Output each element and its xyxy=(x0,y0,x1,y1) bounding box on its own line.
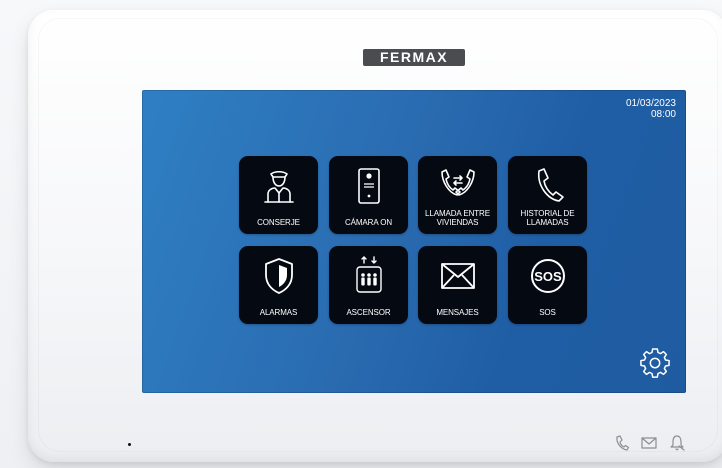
tile-sos[interactable]: SOS SOS xyxy=(508,246,587,324)
brand-label: FERMAX xyxy=(363,49,465,66)
phone-icon[interactable] xyxy=(612,434,630,452)
camera-panel-icon xyxy=(347,164,391,208)
tile-label: LLAMADA ENTRE VIVIENDAS xyxy=(425,209,490,227)
envelope-icon xyxy=(436,254,480,298)
shield-icon xyxy=(257,254,301,298)
status-led xyxy=(128,443,131,446)
intercom-device: FERMAX 01/03/2023 08:00 CONSERJE CÁMARA … xyxy=(28,10,722,462)
tile-label: ALARMAS xyxy=(259,308,298,317)
tile-label: ASCENSOR xyxy=(346,308,391,317)
date-display: 01/03/2023 xyxy=(625,98,676,109)
bell-muted-icon[interactable] xyxy=(668,434,686,452)
tile-camara-on[interactable]: CÁMARA ON xyxy=(329,156,408,234)
call-history-icon xyxy=(526,164,570,208)
concierge-icon xyxy=(257,164,301,208)
settings-button[interactable] xyxy=(640,348,670,378)
tile-label: SOS xyxy=(539,308,556,317)
mail-icon[interactable] xyxy=(640,434,658,452)
tile-label: CÁMARA ON xyxy=(344,218,393,227)
time-display: 08:00 xyxy=(650,109,676,120)
tile-label: MENSAJES xyxy=(436,308,479,317)
tile-llamada-entre-viviendas[interactable]: LLAMADA ENTRE VIVIENDAS xyxy=(418,156,497,234)
date-time-display: 01/03/2023 08:00 xyxy=(626,98,676,120)
elevator-icon xyxy=(347,254,391,298)
intercom-call-icon xyxy=(436,164,480,208)
tile-alarmas[interactable]: ALARMAS xyxy=(239,246,318,324)
tile-conserje[interactable]: CONSERJE xyxy=(239,156,318,234)
tile-historial-de-llamadas[interactable]: HISTORIAL DE LLAMADAS xyxy=(508,156,587,234)
sos-icon: SOS xyxy=(526,254,570,298)
front-panel-icons xyxy=(612,434,698,456)
tile-mensajes[interactable]: MENSAJES xyxy=(418,246,497,324)
touch-screen: 01/03/2023 08:00 CONSERJE CÁMARA ON LLAM… xyxy=(142,90,686,393)
svg-text:SOS: SOS xyxy=(534,269,562,284)
tile-ascensor[interactable]: ASCENSOR xyxy=(329,246,408,324)
tile-label: CONSERJE xyxy=(257,218,300,227)
tile-label: HISTORIAL DE LLAMADAS xyxy=(520,209,575,227)
gear-icon xyxy=(640,348,670,382)
